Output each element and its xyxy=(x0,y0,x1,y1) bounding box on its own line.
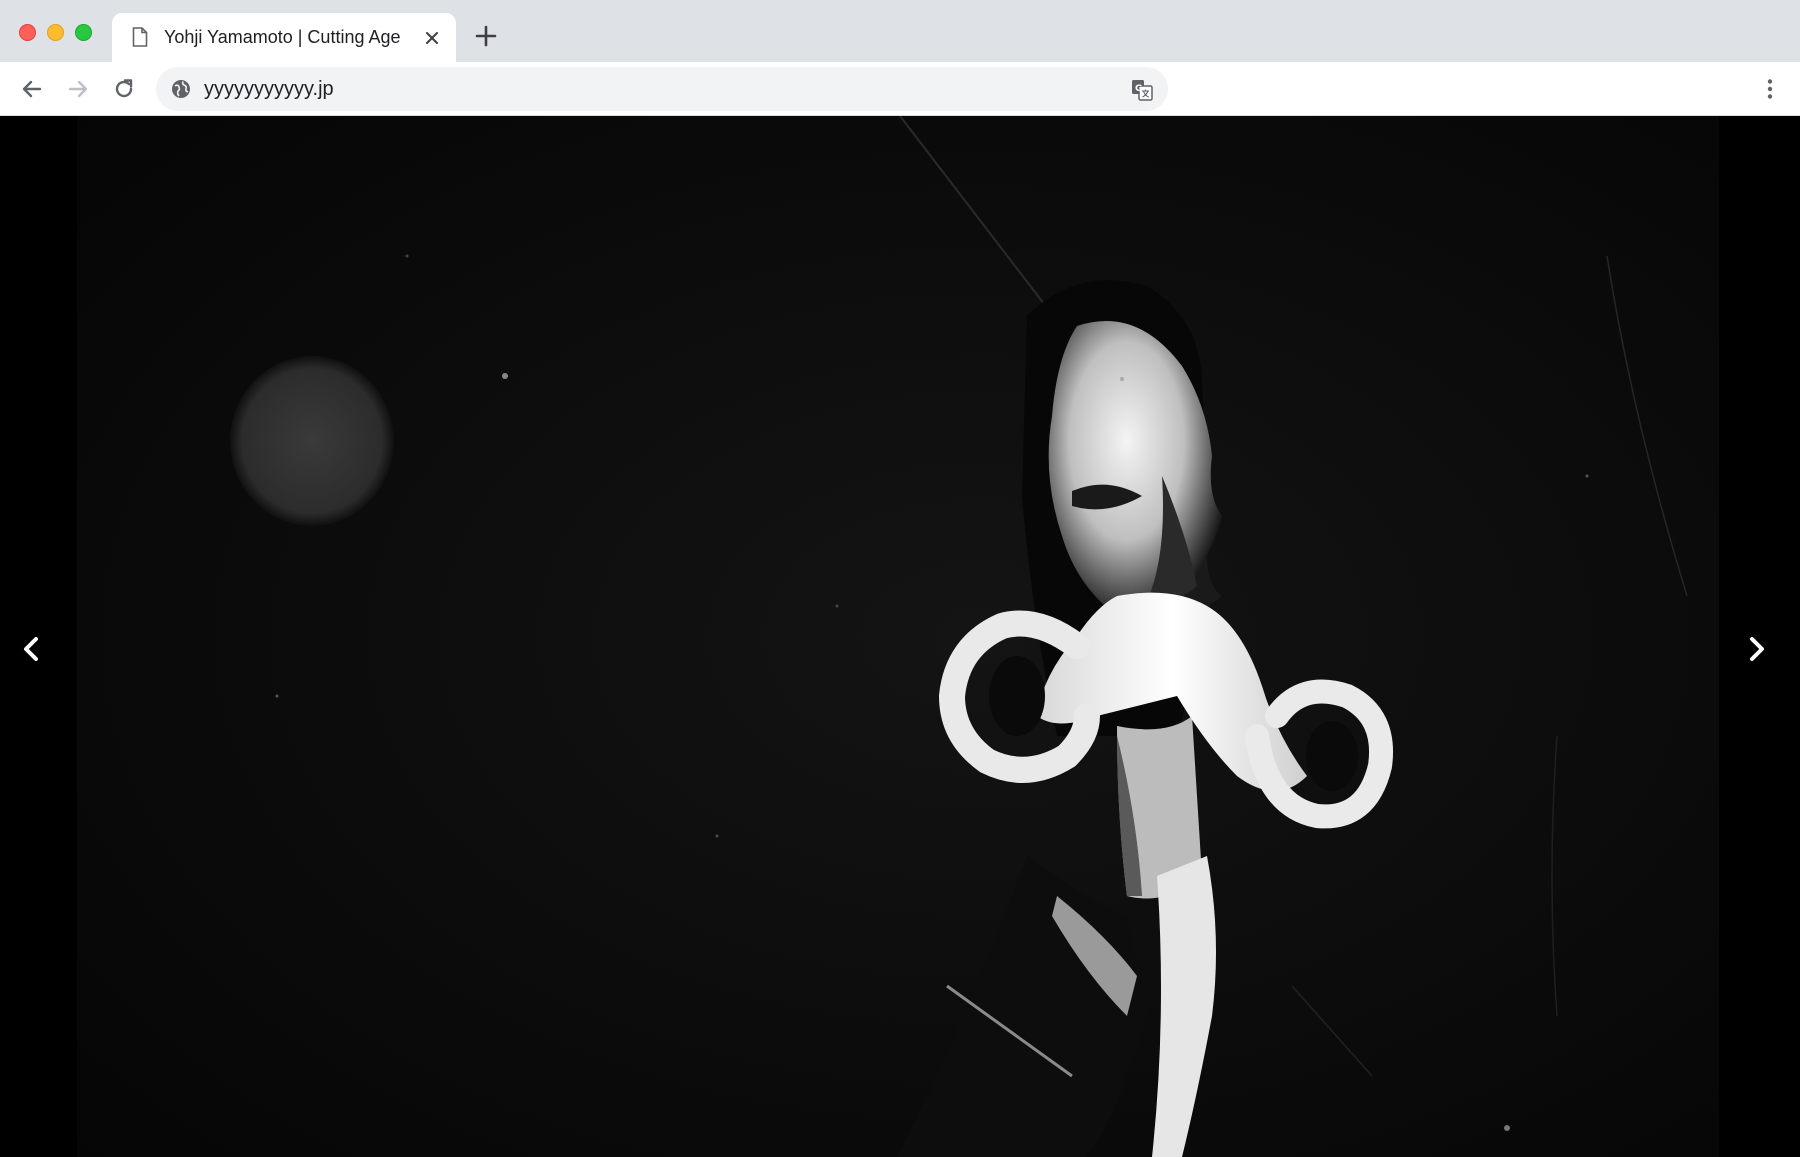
browser-toolbar: yyyyyyyyyyy.jp G xyxy=(0,62,1800,116)
portrait-photo xyxy=(77,116,1719,1157)
url-text[interactable]: yyyyyyyyyyy.jp xyxy=(204,67,334,111)
forward-icon[interactable] xyxy=(65,76,91,102)
more-menu-icon[interactable] xyxy=(1757,76,1783,102)
svg-text:G: G xyxy=(1135,84,1142,94)
new-tab-icon[interactable] xyxy=(474,24,498,48)
document-icon xyxy=(132,27,148,47)
next-slide-arrow-icon[interactable] xyxy=(1738,619,1778,679)
globe-icon[interactable] xyxy=(170,78,192,100)
window-close-button[interactable] xyxy=(19,24,36,41)
tab-title: Yohji Yamamoto | Cutting Age xyxy=(164,27,401,47)
slideshow-viewer xyxy=(0,116,1800,1157)
tab-close-icon[interactable] xyxy=(421,27,443,49)
reload-icon[interactable] xyxy=(111,76,137,102)
address-bar[interactable]: yyyyyyyyyyy.jp G xyxy=(156,67,1168,111)
translate-icon[interactable]: G xyxy=(1130,78,1154,102)
previous-slide-arrow-icon[interactable] xyxy=(10,619,50,679)
window-zoom-button[interactable] xyxy=(75,24,92,41)
back-icon[interactable] xyxy=(19,76,45,102)
window-minimize-button[interactable] xyxy=(47,24,64,41)
tab-active[interactable]: Yohji Yamamoto | Cutting Age xyxy=(112,13,456,62)
tab-strip: Yohji Yamamoto | Cutting Age xyxy=(0,0,1800,62)
